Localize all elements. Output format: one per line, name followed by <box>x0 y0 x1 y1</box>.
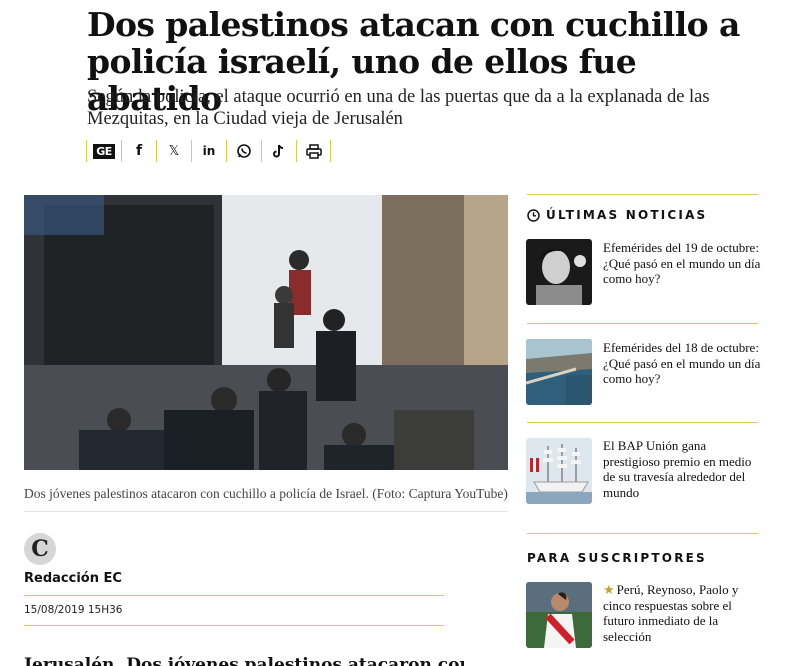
sailing-ship-image <box>526 438 592 504</box>
x-icon: 𝕏 <box>168 143 180 159</box>
clock-icon <box>527 208 540 222</box>
latest-news-link-3[interactable]: El BAP Unión gana prestigioso premio en … <box>603 438 763 500</box>
latest-news-divider-1 <box>527 323 758 324</box>
author-avatar[interactable]: C <box>24 533 56 565</box>
portrait-photo-image <box>526 239 592 305</box>
latest-news-thumb-3[interactable] <box>526 438 592 504</box>
author-name-link[interactable]: Redacción EC <box>24 571 122 586</box>
caption-divider <box>24 511 508 512</box>
security-footage-image <box>24 195 508 470</box>
latest-news-link-1[interactable]: Efemérides del 19 de octubre: ¿Qué pasó … <box>603 240 763 287</box>
subscribers-thumb-1[interactable] <box>526 582 592 648</box>
football-player-image <box>526 582 592 648</box>
linkedin-icon: in <box>202 144 216 158</box>
share-print-button[interactable] <box>296 140 331 162</box>
article-body-lead: Jerusalén. Dos jóvenes palestinos atacar… <box>24 655 464 666</box>
facebook-icon: f <box>135 143 143 159</box>
author-divider <box>24 595 444 596</box>
latest-news-heading: ÚLTIMAS NOTICIAS <box>527 208 707 222</box>
article-subheadline: Según la policía, el ataque ocurrió en u… <box>87 87 710 129</box>
latest-news-thumb-2[interactable] <box>526 339 592 405</box>
subscribers-news-link-1[interactable]: ★ Perú, Reynoso, Paolo y cinco respuestas… <box>603 582 763 644</box>
whatsapp-icon <box>237 144 251 158</box>
share-facebook-button[interactable]: f <box>121 140 156 162</box>
share-bar: GE f 𝕏 in <box>86 140 331 162</box>
date-divider <box>24 625 444 626</box>
sidebar-top-divider <box>527 194 758 195</box>
photo-caption: Dos jóvenes palestinos atacaron con cuch… <box>24 486 508 501</box>
subscribers-divider <box>527 533 758 534</box>
share-tiktok-button[interactable] <box>261 140 296 162</box>
share-x-button[interactable]: 𝕏 <box>156 140 191 162</box>
tiktok-icon <box>273 144 284 158</box>
print-icon <box>305 143 322 159</box>
publish-date: 15/08/2019 15H36 <box>24 604 123 616</box>
harbor-photo-image <box>526 339 592 405</box>
subscribers-heading: PARA SUSCRIPTORES <box>527 551 707 565</box>
share-whatsapp-button[interactable] <box>226 140 261 162</box>
share-linkedin-button[interactable]: in <box>191 140 226 162</box>
share-ge-button[interactable]: GE <box>86 140 121 162</box>
latest-news-link-2[interactable]: Efemérides del 18 de octubre: ¿Qué pasó … <box>603 340 763 387</box>
subscribers-news-title-1: Perú, Reynoso, Paolo y cinco respuestas … <box>603 582 739 644</box>
subscribers-title: PARA SUSCRIPTORES <box>527 551 707 565</box>
article-main-photo[interactable] <box>24 195 508 470</box>
latest-news-thumb-1[interactable] <box>526 239 592 305</box>
ge-logo-icon: GE <box>93 143 115 159</box>
latest-news-divider-2 <box>527 422 758 423</box>
star-icon: ★ <box>603 582 615 597</box>
latest-news-title: ÚLTIMAS NOTICIAS <box>546 208 708 222</box>
